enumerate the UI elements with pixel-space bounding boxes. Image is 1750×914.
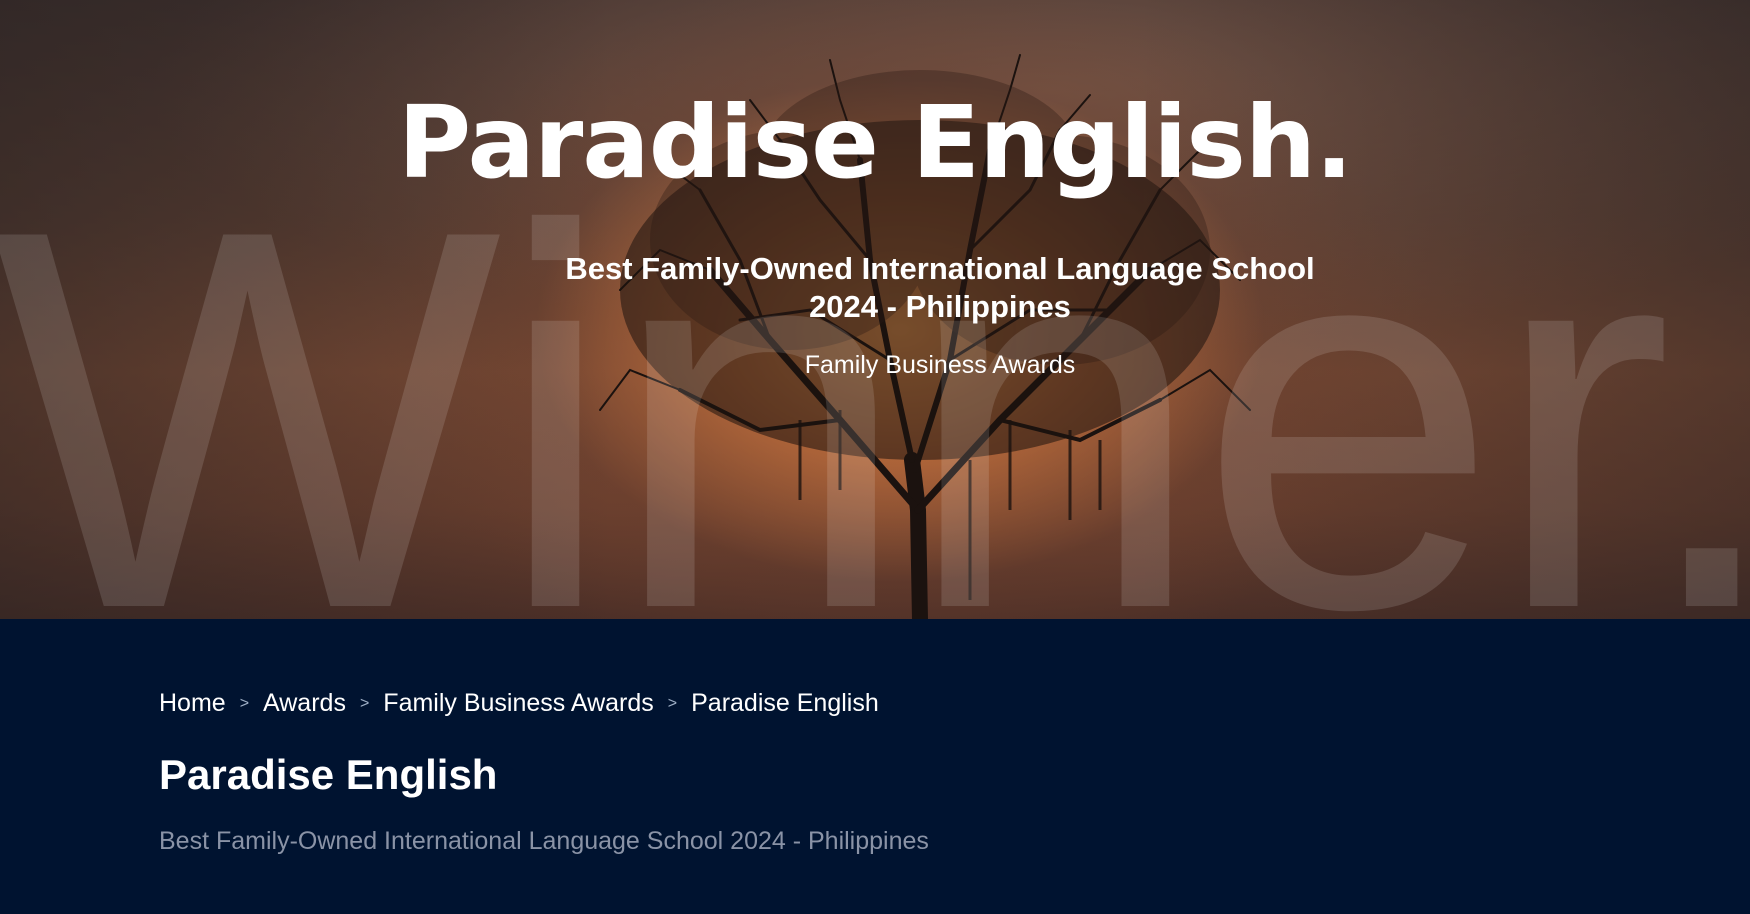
breadcrumb: Home > Awards > Family Business Awards >…: [159, 689, 879, 718]
breadcrumb-separator: >: [239, 694, 250, 712]
hero-award-title-line1: Best Family-Owned International Language…: [565, 251, 1315, 286]
breadcrumb-family-business-awards-link[interactable]: Family Business Awards: [383, 689, 653, 718]
page: Winner. Paradise English. Best Family-Ow…: [0, 0, 1750, 914]
hero-organization: Family Business Awards: [804, 351, 1076, 379]
breadcrumb-separator: >: [667, 694, 678, 712]
hero-banner: Winner. Paradise English. Best Family-Ow…: [0, 0, 1750, 619]
award-description: Best Family-Owned International Language…: [159, 827, 929, 855]
breadcrumb-current-page: Paradise English: [691, 689, 879, 717]
breadcrumb-separator: >: [359, 694, 370, 712]
hero-title: Paradise English.: [397, 84, 1353, 201]
hero-award-title-line2: 2024 - Philippines: [809, 289, 1071, 324]
breadcrumb-home-link[interactable]: Home: [159, 689, 226, 718]
hero-award-title: Best Family-Owned International Language…: [540, 250, 1340, 326]
award-details: Home > Awards > Family Business Awards >…: [0, 619, 1750, 914]
page-title: Paradise English: [159, 751, 498, 798]
breadcrumb-awards-link[interactable]: Awards: [263, 689, 346, 718]
